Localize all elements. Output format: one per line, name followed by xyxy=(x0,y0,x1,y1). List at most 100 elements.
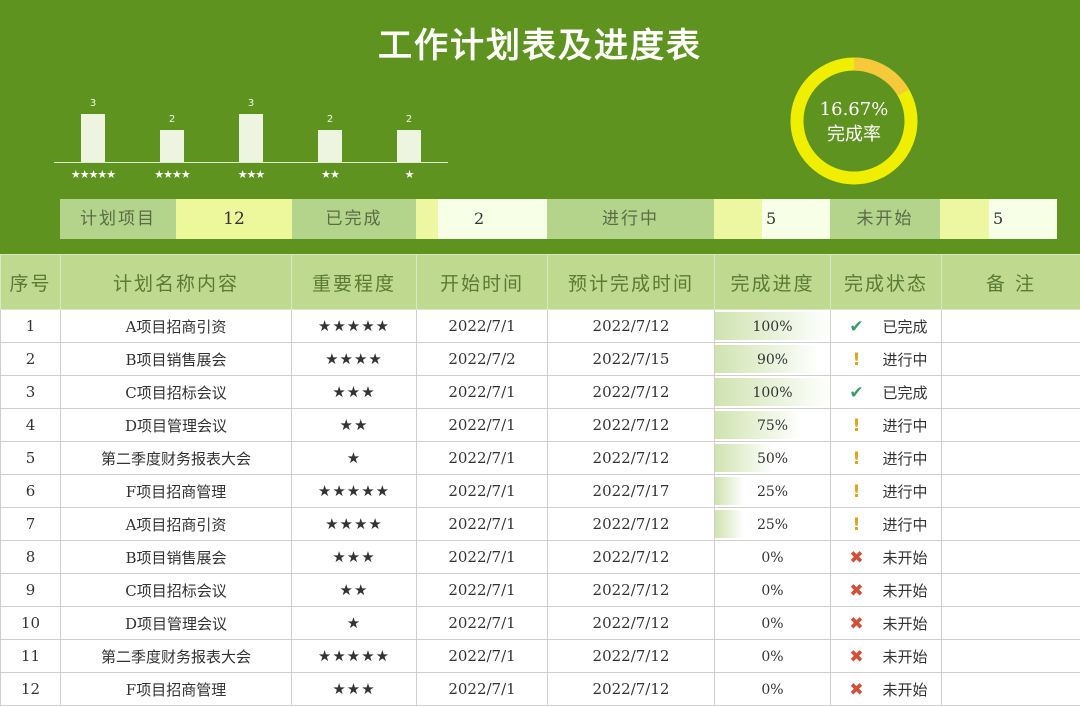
cell-start[interactable]: 2022/7/1 xyxy=(417,442,548,475)
cell-note[interactable] xyxy=(942,310,1080,343)
cell-progress[interactable]: 90% xyxy=(715,343,831,376)
cell-end[interactable]: 2022/7/15 xyxy=(548,343,715,376)
cell-end[interactable]: 2022/7/12 xyxy=(548,376,715,409)
cell-no[interactable]: 7 xyxy=(1,508,61,541)
cell-progress[interactable]: 25% xyxy=(715,475,831,508)
cell-status[interactable]: !进行中 xyxy=(831,508,942,541)
cell-start[interactable]: 2022/7/1 xyxy=(417,574,548,607)
cell-importance-stars[interactable]: ★★★★★ xyxy=(292,310,417,343)
cell-importance-stars[interactable]: ★★★ xyxy=(292,673,417,706)
cell-start[interactable]: 2022/7/1 xyxy=(417,475,548,508)
table-row[interactable]: 1A项目招商引资★★★★★2022/7/12022/7/12100%✔已完成 xyxy=(1,310,1080,343)
cell-progress[interactable]: 0% xyxy=(715,673,831,706)
table-row[interactable]: 12F项目招商管理★★★2022/7/12022/7/120%✖未开始 xyxy=(1,673,1080,706)
cell-name[interactable]: D项目管理会议 xyxy=(61,409,292,442)
cell-name[interactable]: C项目招标会议 xyxy=(61,574,292,607)
cell-progress[interactable]: 0% xyxy=(715,640,831,673)
cell-status[interactable]: ✔已完成 xyxy=(831,376,942,409)
table-row[interactable]: 5第二季度财务报表大会★2022/7/12022/7/1250%!进行中 xyxy=(1,442,1080,475)
cell-status[interactable]: ✖未开始 xyxy=(831,607,942,640)
cell-name[interactable]: D项目管理会议 xyxy=(61,607,292,640)
table-row[interactable]: 2B项目销售展会★★★★2022/7/22022/7/1590%!进行中 xyxy=(1,343,1080,376)
cell-status[interactable]: !进行中 xyxy=(831,409,942,442)
cell-note[interactable] xyxy=(942,442,1080,475)
table-row[interactable]: 7A项目招商引资★★★★2022/7/12022/7/1225%!进行中 xyxy=(1,508,1080,541)
cell-name[interactable]: B项目销售展会 xyxy=(61,343,292,376)
cell-no[interactable]: 11 xyxy=(1,640,61,673)
cell-name[interactable]: F项目招商管理 xyxy=(61,673,292,706)
cell-progress[interactable]: 25% xyxy=(715,508,831,541)
cell-start[interactable]: 2022/7/1 xyxy=(417,607,548,640)
table-row[interactable]: 9C项目招标会议★★2022/7/12022/7/120%✖未开始 xyxy=(1,574,1080,607)
cell-start[interactable]: 2022/7/1 xyxy=(417,673,548,706)
cell-no[interactable]: 10 xyxy=(1,607,61,640)
cell-name[interactable]: F项目招商管理 xyxy=(61,475,292,508)
cell-end[interactable]: 2022/7/12 xyxy=(548,574,715,607)
cell-no[interactable]: 12 xyxy=(1,673,61,706)
cell-note[interactable] xyxy=(942,508,1080,541)
cell-importance-stars[interactable]: ★★★ xyxy=(292,541,417,574)
cell-note[interactable] xyxy=(942,409,1080,442)
table-row[interactable]: 10D项目管理会议★2022/7/12022/7/120%✖未开始 xyxy=(1,607,1080,640)
cell-importance-stars[interactable]: ★★★★ xyxy=(292,343,417,376)
cell-status[interactable]: ✖未开始 xyxy=(831,574,942,607)
cell-no[interactable]: 6 xyxy=(1,475,61,508)
cell-no[interactable]: 4 xyxy=(1,409,61,442)
table-row[interactable]: 6F项目招商管理★★★★★2022/7/12022/7/1725%!进行中 xyxy=(1,475,1080,508)
cell-note[interactable] xyxy=(942,343,1080,376)
cell-name[interactable]: A项目招商引资 xyxy=(61,508,292,541)
cell-importance-stars[interactable]: ★★ xyxy=(292,409,417,442)
cell-status[interactable]: !进行中 xyxy=(831,475,942,508)
cell-importance-stars[interactable]: ★★★★ xyxy=(292,508,417,541)
cell-note[interactable] xyxy=(942,673,1080,706)
cell-progress[interactable]: 0% xyxy=(715,541,831,574)
cell-start[interactable]: 2022/7/1 xyxy=(417,376,548,409)
cell-note[interactable] xyxy=(942,541,1080,574)
cell-end[interactable]: 2022/7/12 xyxy=(548,640,715,673)
cell-progress[interactable]: 100% xyxy=(715,310,831,343)
cell-no[interactable]: 8 xyxy=(1,541,61,574)
cell-name[interactable]: 第二季度财务报表大会 xyxy=(61,640,292,673)
cell-name[interactable]: A项目招商引资 xyxy=(61,310,292,343)
cell-note[interactable] xyxy=(942,376,1080,409)
cell-status[interactable]: ✔已完成 xyxy=(831,310,942,343)
cell-end[interactable]: 2022/7/12 xyxy=(548,541,715,574)
cell-importance-stars[interactable]: ★★★ xyxy=(292,376,417,409)
cell-status[interactable]: !进行中 xyxy=(831,343,942,376)
cell-progress[interactable]: 50% xyxy=(715,442,831,475)
cell-no[interactable]: 5 xyxy=(1,442,61,475)
table-row[interactable]: 3C项目招标会议★★★2022/7/12022/7/12100%✔已完成 xyxy=(1,376,1080,409)
cell-start[interactable]: 2022/7/1 xyxy=(417,409,548,442)
cell-start[interactable]: 2022/7/2 xyxy=(417,343,548,376)
cell-note[interactable] xyxy=(942,574,1080,607)
cell-status[interactable]: ✖未开始 xyxy=(831,640,942,673)
cell-no[interactable]: 3 xyxy=(1,376,61,409)
cell-status[interactable]: ✖未开始 xyxy=(831,541,942,574)
cell-importance-stars[interactable]: ★ xyxy=(292,442,417,475)
cell-importance-stars[interactable]: ★★★★★ xyxy=(292,475,417,508)
cell-start[interactable]: 2022/7/1 xyxy=(417,640,548,673)
cell-note[interactable] xyxy=(942,607,1080,640)
cell-note[interactable] xyxy=(942,640,1080,673)
cell-no[interactable]: 1 xyxy=(1,310,61,343)
cell-end[interactable]: 2022/7/12 xyxy=(548,508,715,541)
cell-end[interactable]: 2022/7/12 xyxy=(548,607,715,640)
cell-name[interactable]: B项目销售展会 xyxy=(61,541,292,574)
cell-status[interactable]: !进行中 xyxy=(831,442,942,475)
table-row[interactable]: 4D项目管理会议★★2022/7/12022/7/1275%!进行中 xyxy=(1,409,1080,442)
cell-progress[interactable]: 0% xyxy=(715,607,831,640)
cell-progress[interactable]: 100% xyxy=(715,376,831,409)
cell-start[interactable]: 2022/7/1 xyxy=(417,310,548,343)
cell-no[interactable]: 9 xyxy=(1,574,61,607)
cell-start[interactable]: 2022/7/1 xyxy=(417,508,548,541)
cell-note[interactable] xyxy=(942,475,1080,508)
cell-progress[interactable]: 75% xyxy=(715,409,831,442)
cell-end[interactable]: 2022/7/12 xyxy=(548,310,715,343)
cell-end[interactable]: 2022/7/17 xyxy=(548,475,715,508)
table-row[interactable]: 8B项目销售展会★★★2022/7/12022/7/120%✖未开始 xyxy=(1,541,1080,574)
cell-importance-stars[interactable]: ★★★★★ xyxy=(292,640,417,673)
cell-name[interactable]: C项目招标会议 xyxy=(61,376,292,409)
cell-name[interactable]: 第二季度财务报表大会 xyxy=(61,442,292,475)
cell-importance-stars[interactable]: ★ xyxy=(292,607,417,640)
cell-end[interactable]: 2022/7/12 xyxy=(548,409,715,442)
